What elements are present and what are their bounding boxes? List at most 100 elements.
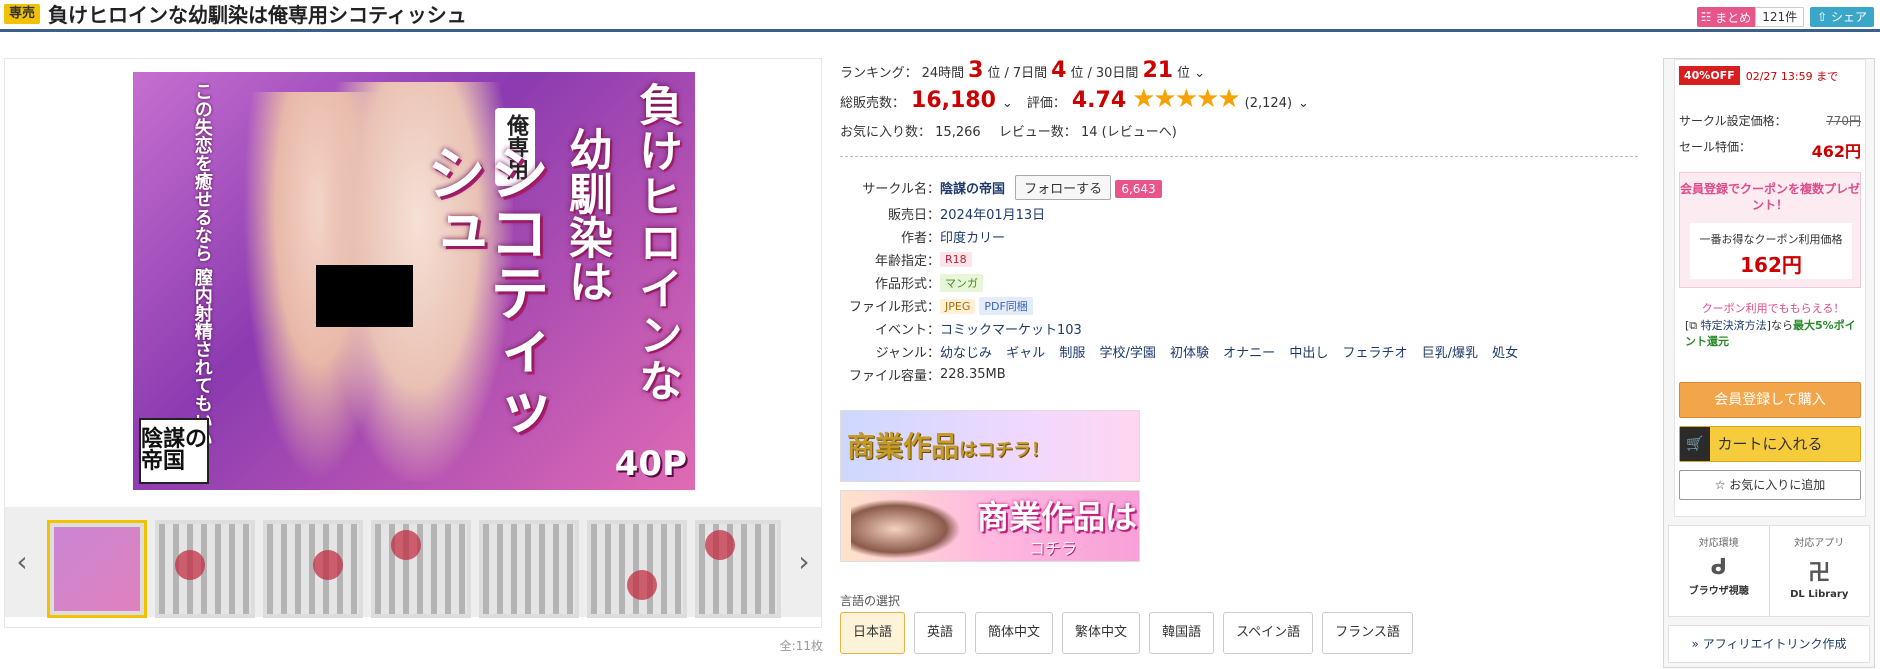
prev-arrow-icon[interactable]: ‹ (7, 545, 37, 578)
genre-link[interactable]: 中出し (1289, 346, 1328, 361)
rank-unit: 位 (1070, 66, 1084, 81)
payment-method-link[interactable]: 特定決済方法 (1701, 319, 1767, 332)
rating-count: (2,124) (1244, 96, 1293, 111)
coupon-box[interactable]: 会員登録でクーポンを複数プレゼント！ 一番お得なクーポン利用価格 162円 (1679, 172, 1861, 288)
lang-ja[interactable]: 日本語 (840, 612, 906, 654)
cart-icon: 🛒 (1680, 427, 1710, 461)
banner1-text: 商業作品はコチラ！ (847, 425, 1049, 465)
share-label: シェア (1830, 10, 1867, 24)
genre-link[interactable]: 制服 (1059, 346, 1085, 361)
commercial-banner-1[interactable]: 商業作品はコチラ！ (840, 410, 1140, 482)
register-buy-button[interactable]: 会員登録して購入 (1679, 382, 1861, 418)
genre-link[interactable]: 幼なじみ (940, 346, 992, 361)
lang-es[interactable]: スペイン語 (1223, 612, 1314, 654)
follow-button[interactable]: フォローする (1015, 175, 1112, 200)
event-link[interactable]: コミックマーケット103 (940, 317, 1528, 340)
rank-unit: 位 (987, 66, 1001, 81)
star-icon: ☆ (1714, 478, 1726, 492)
affiliate-link[interactable]: » アフィリエイトリンク作成 (1668, 625, 1870, 663)
rank-7d-value: 4 (1051, 58, 1067, 83)
commercial-banner-2[interactable]: 商業作品は コチラ (840, 490, 1140, 562)
point-note: [⧉ 特定決済方法]なら最大5%ポイント還元 (1685, 318, 1861, 350)
rank-unit: 位 (1177, 66, 1191, 81)
lang-fr[interactable]: フランス語 (1322, 612, 1413, 654)
discount-badge: 40%OFF (1679, 66, 1740, 85)
sale-info: 40%OFF 02/27 13:59 まで (1679, 66, 1838, 85)
author-link[interactable]: 印度カリー (940, 225, 1528, 248)
thumbnail-4[interactable] (371, 520, 471, 618)
app-value[interactable]: DL Library (1770, 589, 1870, 600)
author-label: 作者： (900, 231, 940, 246)
chevron-down-icon[interactable]: ⌄ (1298, 96, 1309, 111)
lang-zh-hant[interactable]: 繁体中文 (1062, 612, 1141, 654)
review-link[interactable]: 14 (レビューへ) (1081, 125, 1177, 140)
form-tag[interactable]: マンガ (940, 273, 983, 292)
size-label: ファイル容量： (848, 369, 940, 384)
thumbnail-1[interactable] (47, 520, 147, 618)
ranking-label: ランキング： (840, 66, 918, 81)
matome-button[interactable]: ☷ まとめ 121件 (1697, 7, 1805, 27)
language-label: 言語の選択 (840, 594, 901, 608)
favorite-label: お気に入りに追加 (1729, 478, 1826, 492)
lang-ko[interactable]: 韓国語 (1149, 612, 1215, 654)
matome-count: 121件 (1755, 7, 1805, 27)
rating-stars-icon: ★★★★★ (1132, 84, 1241, 114)
genre-link[interactable]: ギャル (1006, 346, 1045, 361)
genre-link[interactable]: 処女 (1492, 346, 1518, 361)
share-icon: ⇧ (1817, 10, 1828, 24)
genre-link[interactable]: 学校/学園 (1099, 346, 1155, 361)
file-tag-jpeg[interactable]: JPEG (940, 298, 976, 314)
thumbnail-2[interactable] (155, 520, 255, 618)
ranking-row: ランキング： 24時間 3 位 / 7日間 4 位 / 30日間 21 位 ⌄ (840, 58, 1640, 84)
cart-label: カートに入れる (1717, 435, 1823, 453)
app-col: 対応アプリ 卍 DL Library (1768, 526, 1870, 616)
work-info: ランキング： 24時間 3 位 / 7日間 4 位 / 30日間 21 位 ⌄ … (840, 58, 1640, 654)
dl-library-icon: 卍 (1808, 561, 1831, 586)
genre-link[interactable]: フェラチオ (1342, 346, 1407, 361)
point-note-mid: ]なら (1766, 319, 1793, 332)
page-title: 負けヒロインな幼馴染は俺専用シコティッシュ (48, 3, 467, 27)
lang-en[interactable]: 英語 (914, 612, 967, 654)
thumbnail-5[interactable] (479, 520, 579, 618)
thumbnail-7[interactable] (695, 520, 781, 618)
list-price-row: サークル設定価格： 770円 (1679, 112, 1861, 129)
price-card: 40%OFF 02/27 13:59 まで サークル設定価格： 770円 セール… (1674, 59, 1866, 517)
share-button[interactable]: ⇧ シェア (1810, 7, 1874, 27)
genre-link[interactable]: 巨乳/爆乳 (1422, 346, 1478, 361)
exclusive-badge: 専売 (4, 4, 41, 24)
banner2-characters (851, 499, 961, 559)
page-header: 専売 負けヒロインな幼馴染は俺専用シコティッシュ ☷ まとめ 121件 ⇧ シェ… (0, 0, 1880, 32)
thumbnail-strip: ‹ › (5, 507, 821, 618)
release-date[interactable]: 2024年01月13日 (940, 202, 1528, 225)
chevron-down-icon[interactable]: ⌄ (1002, 96, 1013, 111)
genre-link[interactable]: オナニー (1223, 346, 1275, 361)
coupon-note: クーポン利用でももらえる！ (1701, 302, 1845, 315)
divider (840, 156, 1638, 157)
chevron-down-icon[interactable]: ⌄ (1194, 66, 1205, 81)
env-label: 対応環境 (1698, 538, 1739, 549)
next-arrow-icon[interactable]: › (789, 545, 819, 578)
header-actions: ☷ まとめ 121件 ⇧ シェア (1697, 7, 1874, 27)
language-options: 日本語 英語 簡体中文 繁体中文 韓国語 スペイン語 フランス語 (840, 612, 1413, 654)
coupon-title: 会員登録でクーポンを複数プレゼント！ (1680, 182, 1861, 212)
thumbnail-6[interactable] (587, 520, 687, 618)
add-to-cart-button[interactable]: 🛒 カートに入れる (1679, 426, 1861, 462)
lang-zh-hans[interactable]: 簡体中文 (975, 612, 1054, 654)
age-tag[interactable]: R18 (940, 252, 972, 267)
file-tag-pdf[interactable]: PDF同梱 (979, 296, 1033, 315)
main-cover-image[interactable]: この失恋を癒せるなら 膣内射精されてもいい― 負けヒロインな 幼馴染は 俺専用 … (133, 72, 695, 490)
fav-label: お気に入り数： (840, 125, 932, 140)
cover-subtitle: この失恋を癒せるなら 膣内射精されてもいい― (191, 82, 213, 467)
thumbnail-3[interactable] (263, 520, 363, 618)
genre-link[interactable]: 初体験 (1170, 346, 1209, 361)
circle-logo: 陰謀の帝国 (139, 418, 209, 484)
sales-row: 総販売数： 16,180 ⌄ 評価： 4.74 ★★★★★ (2,124) ⌄ (840, 86, 1640, 113)
circle-link[interactable]: 陰謀の帝国 (940, 182, 1005, 197)
env-value[interactable]: ブラウザ視聴 (1669, 582, 1769, 597)
add-favorite-button[interactable]: ☆ お気に入りに追加 (1679, 470, 1861, 500)
matome-label: まとめ (1715, 10, 1752, 25)
spec-table: サークル名： 陰謀の帝国 フォローする 6,643 販売日： 2024年01月1… (840, 173, 1640, 386)
sales-label: 総販売数： (840, 96, 906, 111)
sale-deadline: 02/27 13:59 まで (1745, 69, 1839, 83)
banner2-main: 商業作品は (977, 498, 1138, 536)
